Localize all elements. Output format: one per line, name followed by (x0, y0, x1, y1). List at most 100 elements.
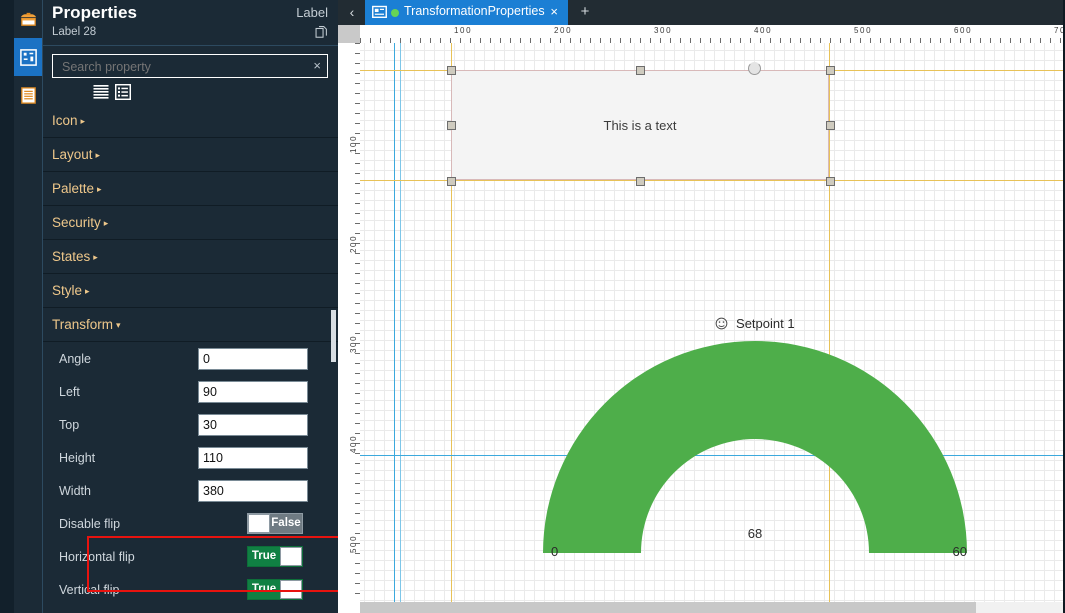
grouped-view-icon[interactable] (115, 84, 131, 100)
gauge-min-label: 0 (551, 544, 559, 559)
property-category-label: Icon (52, 113, 78, 128)
canvas-hscrollbar-thumb[interactable] (360, 602, 976, 613)
resize-handle-nw[interactable] (447, 66, 456, 75)
properties-scrollbar-thumb[interactable] (331, 310, 336, 362)
gauge-title: Setpoint 1 (535, 316, 975, 331)
property-category-style[interactable]: Style ▸ (43, 274, 338, 308)
tab-scroll-left-button[interactable]: ‹ (343, 2, 361, 22)
new-tab-button[interactable]: + (576, 2, 594, 22)
property-input-width[interactable] (198, 479, 308, 502)
chevron-right-icon: ▸ (103, 218, 109, 228)
property-input-angle[interactable] (198, 347, 308, 370)
resize-handle-ne[interactable] (826, 66, 835, 75)
gauge-element[interactable]: Setpoint 1 0 60 68 (535, 316, 975, 559)
tab-transformationproperties[interactable]: TransformationProperties × (365, 0, 568, 25)
chevron-right-icon: ▸ (97, 184, 102, 194)
properties-scrollbar-track[interactable] (329, 0, 338, 613)
list-icon (20, 86, 36, 104)
view-toggle-group (93, 84, 131, 100)
ruler-corner (338, 25, 361, 44)
selected-element-name: Label 28 (52, 26, 97, 38)
ruler-label: 100 (349, 134, 358, 153)
copy-button[interactable] (315, 25, 329, 40)
tab-bar: ‹ TransformationProperties × + (338, 0, 1065, 25)
property-category-transform[interactable]: Transform ▾ (43, 308, 338, 342)
gauge-value-label: 68 (747, 526, 763, 541)
properties-icon (19, 48, 37, 66)
guide-horizontal-yellow-bottom[interactable] (360, 180, 1065, 181)
property-row-height: Height (43, 441, 338, 474)
ruler-label: 500 (349, 534, 358, 553)
property-label: Angle (59, 351, 91, 366)
ruler-label: 600 (954, 26, 973, 35)
tab-label: TransformationProperties (404, 4, 545, 18)
property-category-label: States (52, 249, 91, 264)
property-row-top: Top (43, 408, 338, 441)
ruler-label: 300 (349, 334, 358, 353)
editor-area: ‹ TransformationProperties × + 100 200 300… (338, 0, 1065, 613)
tab-status-dot (391, 9, 399, 17)
property-category-list: Icon ▸ Layout ▸ Palette ▸ Security ▸ States ▸ Styl… (43, 104, 338, 342)
search-input[interactable] (60, 55, 304, 79)
gauge-arc (543, 341, 967, 553)
property-category-palette[interactable]: Palette ▸ (43, 172, 338, 206)
gauge-title-text: Setpoint 1 (736, 316, 795, 331)
property-toggle-disable-flip[interactable]: False (247, 513, 303, 534)
property-toggle-value: True (251, 583, 277, 595)
property-label: Width (59, 483, 91, 498)
property-category-icon[interactable]: Icon ▸ (43, 104, 338, 138)
label-element[interactable]: This is a text (447, 62, 835, 186)
property-label: Vertical flip (59, 582, 120, 597)
screen-icon (372, 5, 387, 18)
vertical-ruler[interactable]: 100 200 300 400 500 (338, 43, 361, 603)
property-category-layout[interactable]: Layout ▸ (43, 138, 338, 172)
rail-button-toolbox[interactable] (14, 0, 42, 38)
property-row-width: Width (43, 474, 338, 507)
property-input-left[interactable] (198, 380, 308, 403)
property-input-top[interactable] (198, 413, 308, 436)
toggle-knob (280, 547, 302, 566)
chevron-right-icon: ▸ (80, 116, 86, 126)
guide-vertical-blue[interactable] (400, 43, 401, 603)
property-input-height[interactable] (198, 446, 308, 469)
property-label: Height (59, 450, 96, 465)
chevron-right-icon: ▸ (95, 150, 101, 160)
horizontal-ruler[interactable]: 100 200 300 400 500 600 70 (360, 25, 1065, 44)
rail-button-properties[interactable] (14, 38, 42, 76)
property-category-security[interactable]: Security ▸ (43, 206, 338, 240)
rail-button-outline[interactable] (14, 76, 42, 114)
property-category-states[interactable]: States ▸ (43, 240, 338, 274)
guide-vertical-blue-2[interactable] (394, 43, 395, 603)
icon-rail-background (0, 0, 15, 613)
resize-handle-e[interactable] (826, 121, 835, 130)
list-view-icon[interactable] (93, 84, 109, 100)
resize-handle-n[interactable] (636, 66, 645, 75)
page-title: Properties (52, 3, 138, 22)
resize-handle-sw[interactable] (447, 177, 456, 186)
chevron-down-icon: ▾ (116, 320, 121, 330)
search-field[interactable]: × (52, 54, 328, 79)
property-category-label: Security (52, 215, 101, 230)
canvas-hscrollbar-track[interactable] (360, 602, 1065, 613)
property-label: Top (59, 417, 80, 432)
properties-panel: Properties Label 28 Label × (42, 0, 339, 613)
resize-handle-s[interactable] (636, 177, 645, 186)
ruler-label: 500 (854, 26, 873, 35)
transform-field-list: Angle Left Top Height Width Disable flip False… (43, 342, 338, 606)
property-toggle-vertical-flip[interactable]: True (247, 579, 303, 600)
resize-handle-se[interactable] (826, 177, 835, 186)
property-category-label: Palette (52, 181, 95, 196)
clear-search-icon[interactable]: × (313, 58, 321, 74)
property-category-label: Layout (52, 147, 93, 162)
toggle-knob (280, 580, 302, 599)
rotate-handle[interactable] (748, 62, 761, 75)
ruler-label: 200 (349, 234, 358, 253)
copy-icon (315, 26, 327, 38)
property-row-horizontal-flip: Horizontal flip True (43, 540, 338, 573)
resize-handle-w[interactable] (447, 121, 456, 130)
tab-close-button[interactable]: × (550, 4, 558, 19)
property-toggle-horizontal-flip[interactable]: True (247, 546, 303, 567)
selected-element-type: Label (296, 5, 328, 20)
design-canvas[interactable]: This is a text Setpoint 1 0 60 68 (360, 43, 1065, 603)
ruler-label: 200 (554, 26, 573, 35)
